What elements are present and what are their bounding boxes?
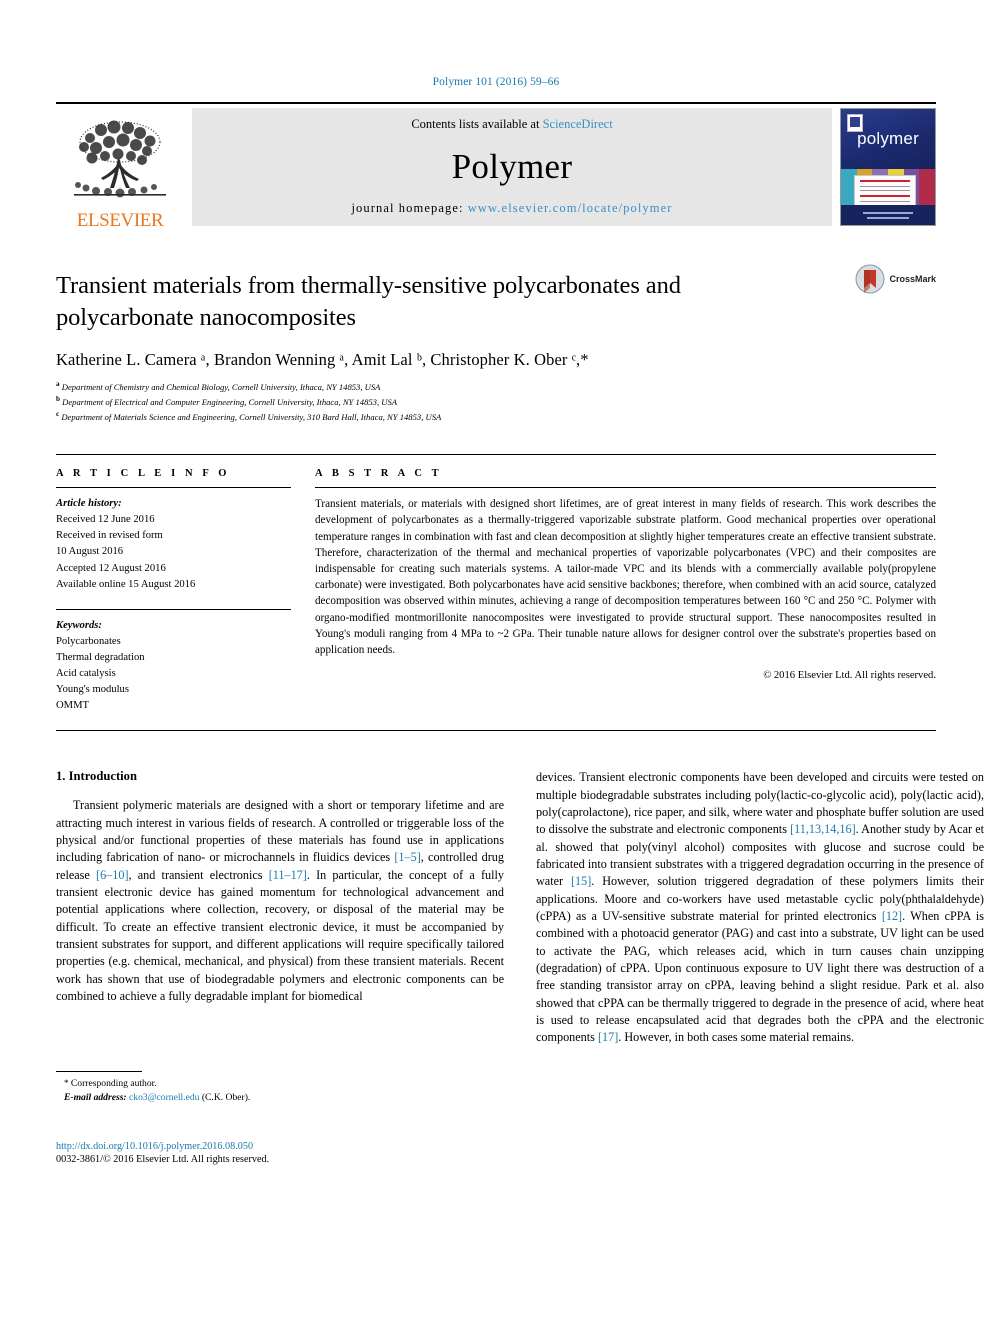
journal-cover-thumbnail: polymer: [840, 108, 936, 226]
info-abstract-band: A R T I C L E I N F O Article history: R…: [56, 454, 936, 732]
article-info-heading: A R T I C L E I N F O: [56, 468, 231, 480]
paragraph-text: . In particular, the concept of a fully …: [56, 867, 504, 1003]
email-label: E-mail address:: [64, 1091, 127, 1103]
elsevier-wordmark: ELSEVIER: [76, 210, 164, 231]
introduction-paragraph-right: devices. Transient electronic components…: [536, 769, 984, 1046]
history-item: Available online 15 August 2016: [56, 578, 196, 590]
body-columns: 1. Introduction Transient polymeric mate…: [56, 769, 984, 1189]
keyword-item: Young's modulus: [56, 684, 129, 696]
cover-bottom-panel: [841, 205, 935, 225]
keyword-item: Acid catalysis: [56, 668, 116, 680]
affiliation-item: a Department of Chemistry and Chemical B…: [56, 379, 936, 394]
elsevier-logo: ELSEVIER: [56, 104, 184, 230]
corresponding-author-line: * Corresponding author.: [56, 1077, 504, 1091]
divider: [56, 487, 291, 489]
affiliation-item: c Department of Materials Science and En…: [56, 409, 936, 424]
abstract-text: Transient materials, or materials with d…: [315, 498, 936, 656]
contents-prefix: Contents lists available at: [411, 117, 543, 131]
masthead-center-panel: Contents lists available at ScienceDirec…: [192, 108, 832, 226]
journal-title: Polymer: [451, 146, 573, 186]
article-history-label: Article history:: [56, 498, 122, 510]
homepage-prefix: journal homepage:: [351, 201, 468, 215]
abstract-column: A B S T R A C T Transient materials, or …: [315, 468, 936, 714]
corresponding-author-marker: *: [64, 1077, 69, 1088]
affiliation-mark: c: [56, 410, 60, 419]
citation-link[interactable]: [11–17]: [269, 868, 307, 882]
journal-homepage-line: journal homepage: www.elsevier.com/locat…: [351, 201, 672, 216]
title-block: CrossMark Transient materials from therm…: [56, 264, 936, 425]
colophon: http://dx.doi.org/10.1016/j.polymer.2016…: [56, 1141, 269, 1165]
history-item: Received 12 June 2016: [56, 514, 155, 526]
citation-link[interactable]: [17]: [598, 1030, 618, 1044]
cover-figure-inset: [854, 175, 917, 208]
crossmark-label: CrossMark: [889, 274, 936, 284]
paper-page: Polymer 101 (2016) 59–66 ELSEVIER Conten…: [0, 0, 992, 1323]
section-heading-introduction: 1. Introduction: [56, 769, 137, 784]
email-suffix: (C.K. Ober).: [201, 1091, 251, 1103]
paragraph-text: , and transient electronics: [128, 867, 269, 882]
history-item: 10 August 2016: [56, 546, 124, 558]
email-line: E-mail address: cko3@cornell.edu (C.K. O…: [56, 1091, 504, 1105]
paragraph-text: . However, in both cases some material r…: [618, 1030, 855, 1045]
keywords-label: Keywords:: [56, 619, 102, 631]
cover-title-text: polymer: [857, 129, 919, 148]
divider: [315, 487, 936, 489]
journal-homepage-link[interactable]: www.elsevier.com/locate/polymer: [468, 201, 673, 215]
keywords-block: Keywords: Polycarbonates Thermal degrada…: [56, 618, 291, 715]
elsevier-tree-icon: [74, 120, 166, 198]
affiliation-text: Department of Materials Science and Engi…: [61, 411, 442, 422]
keyword-item: Polycarbonates: [56, 635, 121, 647]
crossmark-icon: [855, 264, 885, 294]
affiliation-mark: b: [56, 394, 60, 403]
citation-link[interactable]: [1–5]: [394, 850, 420, 864]
citation-link[interactable]: [15]: [571, 874, 591, 888]
citation-link[interactable]: [6–10]: [96, 868, 129, 882]
paragraph-text: . When cPPA is combined with a photoacid…: [536, 908, 984, 1045]
sciencedirect-link[interactable]: ScienceDirect: [543, 117, 613, 131]
corresponding-author-label: Corresponding author.: [70, 1077, 157, 1089]
abstract-heading: A B S T R A C T: [315, 468, 443, 480]
crossmark-badge[interactable]: CrossMark: [855, 264, 936, 294]
divider: [56, 608, 291, 610]
affiliation-text: Department of Electrical and Computer En…: [62, 396, 398, 407]
history-item: Received in revised form: [56, 530, 163, 542]
citation-link[interactable]: [11,13,14,16]: [790, 822, 856, 836]
body-column-right: devices. Transient electronic components…: [536, 769, 984, 1189]
running-head: Polymer 101 (2016) 59–66: [432, 76, 560, 88]
issn-copyright-line: 0032-3861/© 2016 Elsevier Ltd. All right…: [56, 1154, 270, 1166]
article-history-block: Article history: Received 12 June 2016 R…: [56, 496, 291, 593]
journal-masthead: ELSEVIER Contents lists available at Sci…: [56, 102, 936, 230]
citation-link[interactable]: [12]: [882, 909, 902, 923]
author-list: Katherine L. Camera ᵃ, Brandon Wenning ᵃ…: [56, 349, 589, 369]
affiliation-text: Department of Chemistry and Chemical Bio…: [61, 381, 381, 392]
history-item: Accepted 12 August 2016: [56, 562, 166, 574]
abstract-copyright: © 2016 Elsevier Ltd. All rights reserved…: [763, 670, 936, 682]
affiliation-item: b Department of Electrical and Computer …: [56, 394, 936, 409]
introduction-paragraph-left: Transient polymeric materials are design…: [56, 797, 504, 1005]
footnote-divider: [56, 1070, 142, 1072]
affiliation-list: a Department of Chemistry and Chemical B…: [56, 379, 936, 425]
article-info-column: A R T I C L E I N F O Article history: R…: [56, 468, 315, 714]
affiliation-mark: a: [56, 379, 60, 388]
corresponding-author-footnote: * Corresponding author. E-mail address: …: [56, 1070, 504, 1106]
doi-link[interactable]: http://dx.doi.org/10.1016/j.polymer.2016…: [56, 1141, 269, 1152]
keyword-item: Thermal degradation: [56, 651, 145, 663]
email-link[interactable]: cko3@cornell.edu: [129, 1092, 199, 1103]
body-column-left: 1. Introduction Transient polymeric mate…: [56, 769, 504, 1189]
keyword-item: OMMT: [56, 700, 89, 712]
page-title: Transient materials from thermally-sensi…: [56, 272, 681, 331]
contents-available-line: Contents lists available at ScienceDirec…: [411, 117, 612, 132]
